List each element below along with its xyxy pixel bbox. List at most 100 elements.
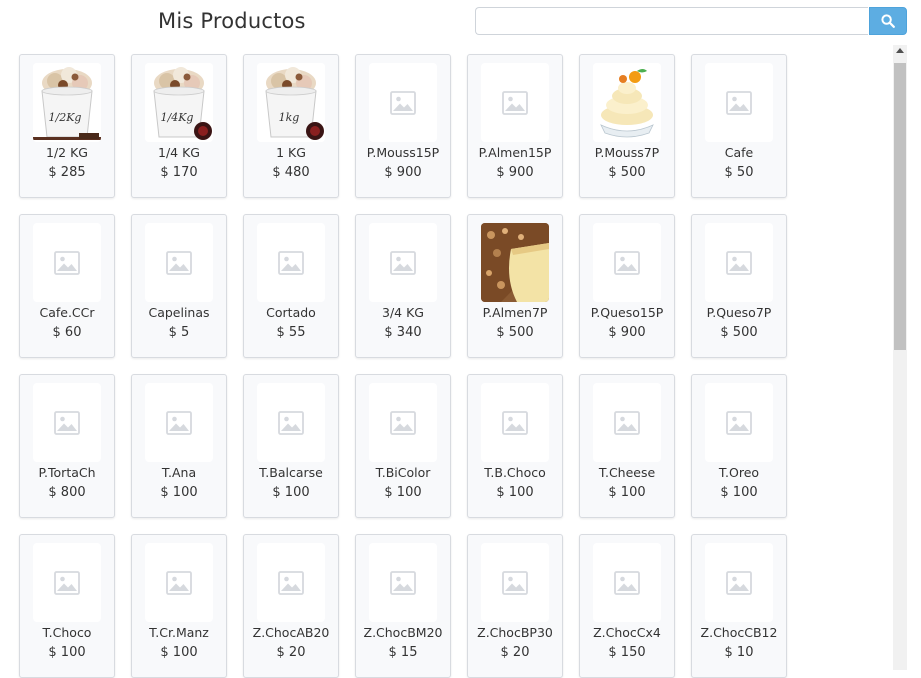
tub-label: 1kg [279,111,300,124]
product-name: 1/4 KG [158,145,200,160]
product-card[interactable]: T.Oreo $ 100 [691,374,787,518]
image-placeholder-icon [54,250,80,275]
product-card[interactable]: Cafe $ 50 [691,54,787,198]
image-placeholder-icon [166,570,192,595]
product-image [481,63,549,142]
product-card[interactable]: Z.ChocCB12 $ 10 [691,534,787,678]
image-placeholder-icon [54,410,80,435]
scrollbar[interactable] [893,45,907,670]
image-placeholder-icon [54,570,80,595]
product-card[interactable]: T.Ana $ 100 [131,374,227,518]
product-image: 1/2Kg [33,63,101,142]
search-input[interactable] [475,7,868,35]
product-card[interactable]: T.Choco $ 100 [19,534,115,678]
product-name: P.Mouss15P [366,145,440,160]
product-image [257,383,325,462]
product-image [369,383,437,462]
product-name: P.Mouss7P [594,145,660,160]
mousse-dessert-image [593,63,661,142]
product-name: P.TortaCh [38,465,96,480]
product-price: $ 10 [724,645,754,660]
search-button[interactable] [869,7,907,35]
scroll-thumb[interactable] [894,63,906,350]
product-image [33,543,101,622]
product-card[interactable]: 1/4Kg 1/4 KG $ 170 [131,54,227,198]
product-card[interactable]: 1/2Kg 1/2 KG $ 285 [19,54,115,198]
product-card[interactable]: Z.ChocBP30 $ 20 [467,534,563,678]
product-name: P.Almen7P [482,305,548,320]
tub-label: 1/2Kg [49,111,82,124]
product-name: Z.ChocBP30 [477,625,553,640]
product-price: $ 100 [720,485,758,500]
product-name: T.B.Choco [484,465,546,480]
product-image [481,223,549,302]
product-card[interactable]: T.Balcarse $ 100 [243,374,339,518]
image-placeholder-icon [166,410,192,435]
product-card[interactable]: Cafe.CCr $ 60 [19,214,115,358]
image-placeholder-icon [726,250,752,275]
product-card[interactable]: Z.ChocBM20 $ 15 [355,534,451,678]
product-name: P.Queso7P [706,305,772,320]
product-card[interactable]: Capelinas $ 5 [131,214,227,358]
product-price: $ 50 [724,165,754,180]
product-image [145,223,213,302]
product-image [705,223,773,302]
product-price: $ 20 [276,645,306,660]
product-name: T.Balcarse [259,465,323,480]
ice-cream-tub-image: 1/4Kg [145,63,213,142]
product-name: Cafe.CCr [39,305,95,320]
product-card[interactable]: Z.ChocCx4 $ 150 [579,534,675,678]
product-price: $ 500 [608,165,646,180]
product-image [593,223,661,302]
product-card[interactable]: Z.ChocAB20 $ 20 [243,534,339,678]
product-price: $ 170 [160,165,198,180]
product-price: $ 500 [720,325,758,340]
product-price: $ 150 [608,645,646,660]
product-card[interactable]: P.TortaCh $ 800 [19,374,115,518]
tub-label: 1/4Kg [161,111,194,124]
product-price: $ 500 [496,325,534,340]
product-name: P.Almen15P [478,145,552,160]
product-name: Z.ChocAB20 [252,625,330,640]
product-price: $ 100 [608,485,646,500]
product-image [145,543,213,622]
image-placeholder-icon [390,570,416,595]
product-price: $ 100 [160,485,198,500]
image-placeholder-icon [390,250,416,275]
product-card[interactable]: T.Cr.Manz $ 100 [131,534,227,678]
product-name: Cortado [266,305,316,320]
image-placeholder-icon [614,250,640,275]
product-card[interactable]: P.Almen7P $ 500 [467,214,563,358]
product-name: P.Queso15P [590,305,664,320]
product-price: $ 100 [272,485,310,500]
product-card[interactable]: P.Mouss7P $ 500 [579,54,675,198]
product-image [705,383,773,462]
product-price: $ 900 [608,325,646,340]
product-card[interactable]: T.Cheese $ 100 [579,374,675,518]
product-price: $ 55 [276,325,306,340]
almond-cake-image [481,223,549,302]
scroll-up-arrow-icon[interactable] [896,48,904,53]
image-placeholder-icon [726,90,752,115]
product-name: Z.ChocCx4 [593,625,661,640]
product-image [705,63,773,142]
product-name: Capelinas [148,305,210,320]
product-card[interactable]: P.Mouss15P $ 900 [355,54,451,198]
product-image [369,223,437,302]
product-card[interactable]: P.Queso7P $ 500 [691,214,787,358]
product-name: T.Oreo [718,465,760,480]
product-image [369,63,437,142]
product-price: $ 100 [384,485,422,500]
product-image [481,543,549,622]
product-card[interactable]: 3/4 KG $ 340 [355,214,451,358]
product-name: T.Cheese [598,465,656,480]
product-card[interactable]: P.Almen15P $ 900 [467,54,563,198]
product-card[interactable]: Cortado $ 55 [243,214,339,358]
product-price: $ 100 [496,485,534,500]
product-card[interactable]: T.BiColor $ 100 [355,374,451,518]
product-price: $ 60 [52,325,82,340]
image-placeholder-icon [278,410,304,435]
product-card[interactable]: P.Queso15P $ 900 [579,214,675,358]
product-card[interactable]: 1kg 1 KG $ 480 [243,54,339,198]
product-card[interactable]: T.B.Choco $ 100 [467,374,563,518]
